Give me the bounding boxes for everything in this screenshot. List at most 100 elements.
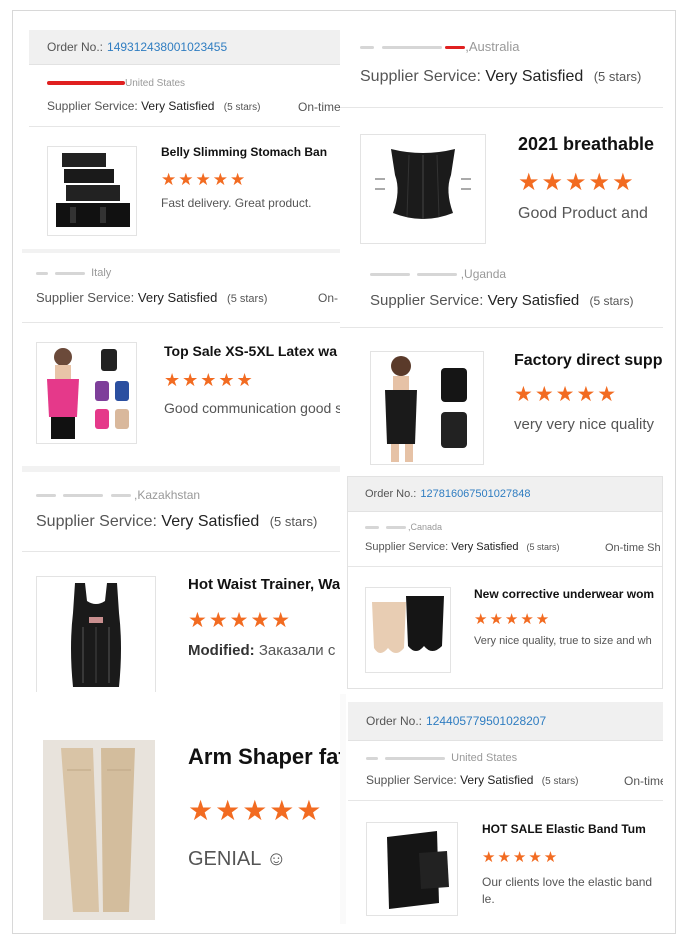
- service-label: Supplier Service:: [365, 541, 449, 553]
- service-label: Supplier Service:: [370, 292, 484, 309]
- product-title[interactable]: 2021 breathable: [518, 134, 654, 155]
- product-title[interactable]: Top Sale XS-5XL Latex wa: [164, 343, 337, 359]
- name-blur: [381, 46, 442, 50]
- product-image-hot-waist-trainer[interactable]: [36, 576, 156, 692]
- order-number-link[interactable]: 124405779501028207: [426, 714, 546, 728]
- rating-stars: ★★★★★: [161, 170, 248, 189]
- ontime-label: On-time: [624, 774, 663, 788]
- name-blur: [63, 494, 104, 498]
- product-image-belly-band[interactable]: [47, 146, 137, 236]
- service-stars: (5 stars): [541, 776, 579, 787]
- review-card-order-149312438001023455: Order No.: 149312438001023455 United Sta…: [29, 30, 340, 242]
- product-title[interactable]: Hot Waist Trainer, Wa: [188, 576, 340, 593]
- name-redaction: [47, 81, 125, 86]
- rating-stars: ★★★★★: [518, 169, 636, 196]
- ontime-label: On-time: [298, 100, 340, 114]
- name-blur: [385, 756, 446, 760]
- supplier-service-row: Supplier Service: Very Satisfied (5 star…: [366, 773, 578, 787]
- divider: [22, 551, 340, 552]
- divider: [348, 566, 662, 567]
- name-blur: [36, 271, 48, 275]
- spacer: [22, 249, 340, 253]
- review-text: Fast delivery. Great product.: [161, 196, 312, 210]
- buyer-country: Italy: [91, 267, 112, 279]
- review-card-kazakhstan: ,Kazakhstan Supplier Service: Very Satis…: [22, 474, 340, 692]
- ontime-label: On-time Sh: [605, 542, 661, 554]
- rating-stars: ★★★★★: [514, 383, 619, 406]
- service-value: Very Satisfied: [487, 292, 580, 309]
- product-title[interactable]: HOT SALE Elastic Band Tum: [482, 822, 646, 836]
- order-number-link[interactable]: 149312438001023455: [107, 40, 227, 54]
- buyer-location: United States: [366, 752, 517, 764]
- product-title[interactable]: Arm Shaper fat bur: [188, 744, 340, 770]
- buyer-location: ,Uganda: [370, 267, 506, 281]
- service-label: Supplier Service:: [360, 68, 481, 85]
- name-redaction: [445, 46, 466, 50]
- buyer-location: Italy: [36, 267, 111, 279]
- supplier-service-row: Supplier Service: Very Satisfied (5 star…: [360, 68, 641, 86]
- buyer-country: ,Australia: [465, 39, 520, 54]
- supplier-service-row: Supplier Service: Very Satisfied (5 star…: [365, 541, 560, 553]
- service-label: Supplier Service:: [36, 290, 135, 305]
- service-value: Very Satisfied: [451, 541, 519, 553]
- order-bar: Order No.: 127816067501027848: [348, 477, 662, 512]
- product-image-corset[interactable]: [360, 134, 486, 244]
- review-text: Our clients love the elastic band: [482, 875, 653, 889]
- product-image-corrective-underwear[interactable]: [365, 587, 451, 673]
- order-label: Order No.:: [47, 40, 104, 54]
- service-label: Supplier Service:: [36, 513, 157, 530]
- rating-stars: ★★★★★: [164, 370, 255, 390]
- review-text: Very nice quality, true to size and wh: [474, 635, 652, 647]
- review-text: very very nice quality: [514, 416, 655, 433]
- name-blur: [36, 494, 56, 498]
- service-label: Supplier Service:: [366, 773, 457, 787]
- product-image-arm-shaper[interactable]: [43, 740, 155, 920]
- buyer-location: ,Canada: [365, 522, 442, 532]
- rating-stars: ★★★★★: [188, 795, 324, 826]
- review-modified-label: Modified:: [188, 642, 255, 659]
- service-value: Very Satisfied: [161, 513, 260, 530]
- service-stars: (5 stars): [589, 294, 634, 308]
- rating-stars: ★★★★★: [188, 609, 293, 632]
- name-blur: [360, 46, 374, 50]
- product-title[interactable]: Belly Slimming Stomach Ban: [161, 145, 327, 159]
- supplier-service-row: Supplier Service: Very Satisfied (5 star…: [47, 99, 260, 113]
- review-card-italy: Italy Supplier Service: Very Satisfied (…: [22, 254, 340, 464]
- product-image-latex-waist[interactable]: [36, 342, 137, 444]
- buyer-country: United States: [451, 752, 518, 764]
- buyer-country: ,Canada: [408, 522, 443, 532]
- review-card-australia-header: ,Australia Supplier Service: Very Satisf…: [340, 24, 663, 108]
- service-stars: (5 stars): [227, 293, 268, 305]
- name-blur: [366, 756, 378, 760]
- name-blur: [417, 273, 458, 277]
- review-text: GENIAL ☺: [188, 848, 287, 870]
- divider: [340, 327, 663, 328]
- review-card-order-127816067501027848: Order No.: 127816067501027848 ,Canada Su…: [347, 476, 663, 689]
- service-stars: (5 stars): [526, 542, 560, 552]
- product-title[interactable]: Factory direct supp: [514, 352, 662, 370]
- spacer: [22, 466, 340, 472]
- order-label: Order No.:: [366, 714, 423, 728]
- service-label: Supplier Service:: [47, 99, 138, 113]
- name-blur: [110, 494, 131, 498]
- divider: [29, 126, 340, 127]
- review-text: Good communication good s: [164, 400, 340, 416]
- product-title[interactable]: New corrective underwear wom: [474, 587, 654, 601]
- buyer-location: ,Kazakhstan: [36, 488, 200, 502]
- product-image-factory-corset[interactable]: [370, 351, 484, 465]
- buyer-country: ,Kazakhstan: [134, 488, 201, 502]
- service-stars: (5 stars): [223, 102, 261, 113]
- service-value: Very Satisfied: [141, 99, 215, 113]
- spacer: [340, 694, 346, 924]
- review-text: Good Product and: [518, 205, 648, 222]
- review-text: Modified: Заказали с: [188, 642, 335, 659]
- buyer-location: ,Australia: [360, 39, 519, 54]
- divider: [22, 322, 340, 323]
- name-blur: [385, 526, 406, 530]
- product-image-elastic-band[interactable]: [366, 822, 458, 916]
- supplier-service-row: Supplier Service: Very Satisfied (5 star…: [370, 292, 633, 309]
- divider: [348, 800, 663, 801]
- name-blur: [370, 273, 410, 277]
- order-number-link[interactable]: 127816067501027848: [420, 488, 530, 500]
- order-label: Order No.:: [365, 488, 417, 500]
